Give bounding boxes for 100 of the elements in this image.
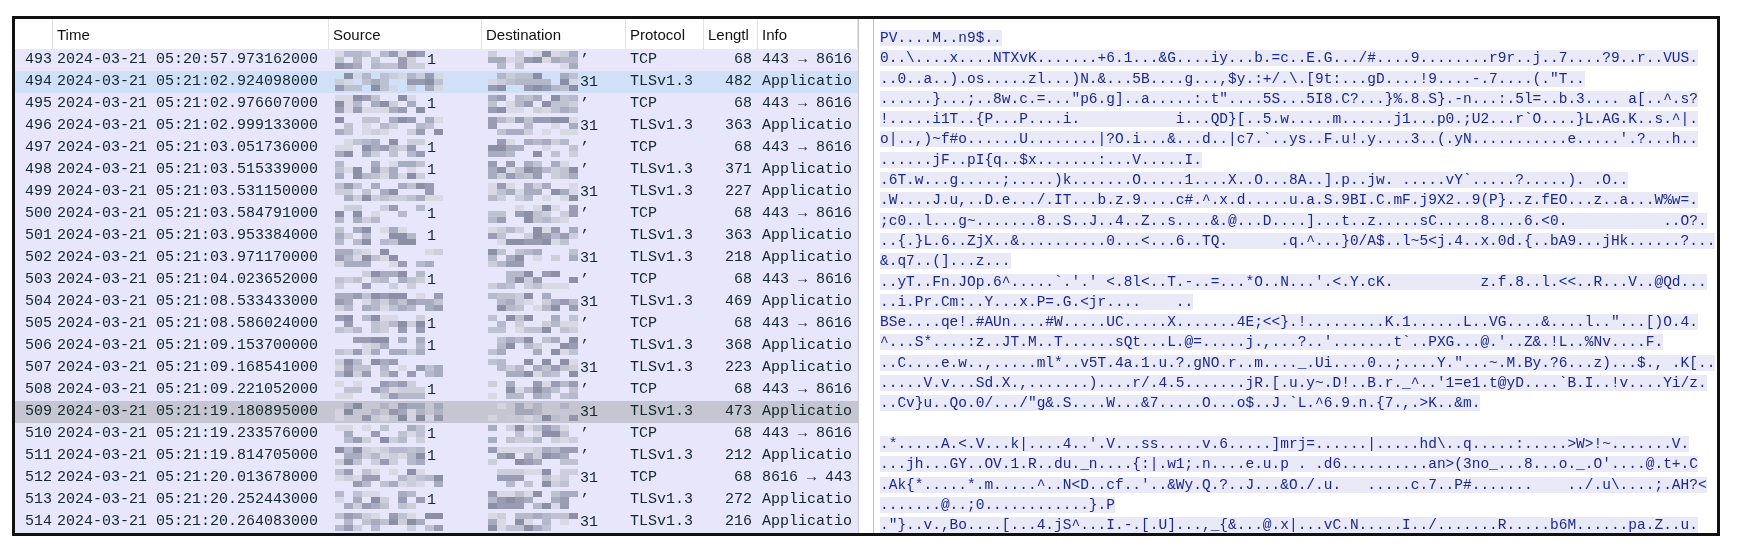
packet-number: 499 <box>24 182 53 202</box>
info-cell-text: Applicatio <box>761 358 853 378</box>
length-cell-text: 68 <box>733 314 753 334</box>
destination-cell: ’ <box>580 381 589 399</box>
destination-cell: ’ <box>580 51 589 69</box>
destination-cell: 31 <box>580 117 598 135</box>
length-cell-text: 218 <box>724 248 753 268</box>
protocol-cell-text: TLSv1.3 <box>629 72 694 92</box>
protocol-cell-text: TLSv1.3 <box>629 446 694 466</box>
info-cell-text: 443 → 8616 <box>761 50 853 70</box>
source-cell: 1 <box>427 161 436 179</box>
time-cell-text: 2024-03-21 05:21:03.515339000 <box>56 160 320 180</box>
destination-cell: 31 <box>580 403 598 421</box>
destination-cell: 31 <box>580 513 598 531</box>
packet-number: 512 <box>24 468 53 488</box>
source-cell: 1 <box>427 205 436 223</box>
info-cell-text: 443 → 8616 <box>761 314 853 334</box>
time-cell-text: 2024-03-21 05:21:19.180895000 <box>56 402 320 422</box>
info-cell-text: Applicatio <box>761 160 853 180</box>
info-cell-text: Applicatio <box>761 226 853 246</box>
length-cell-text: 223 <box>724 358 753 378</box>
protocol-cell-text: TLSv1.3 <box>629 490 694 510</box>
time-cell-text: 2024-03-21 05:21:09.168541000 <box>56 358 320 378</box>
source-cell: 1 <box>427 491 436 509</box>
destination-cell: ’ <box>580 271 589 289</box>
length-cell-text: 68 <box>733 424 753 444</box>
protocol-cell-text: TCP <box>629 270 658 290</box>
info-cell-text: 443 → 8616 <box>761 138 853 158</box>
protocol-cell-text: TCP <box>629 314 658 334</box>
length-cell-text: 371 <box>724 160 753 180</box>
protocol-cell-text: TCP <box>629 138 658 158</box>
time-cell-text: 2024-03-21 05:21:02.924098000 <box>56 72 320 92</box>
length-cell-text: 363 <box>724 116 753 136</box>
length-cell-text: 68 <box>733 138 753 158</box>
source-cell: 1 <box>427 95 436 113</box>
packet-number: 507 <box>24 358 53 378</box>
destination-cell: ’ <box>580 337 589 355</box>
source-cell: 1 <box>427 337 436 355</box>
packet-row[interactable]: 509 2024-03-21 05:21:19.180895000 31 TLSv1.3 473 Applicatio <box>15 401 858 423</box>
packet-number: 508 <box>24 380 53 400</box>
packet-number: 505 <box>24 314 53 334</box>
packet-number: 511 <box>24 446 53 466</box>
protocol-cell-text: TLSv1.3 <box>629 248 694 268</box>
protocol-cell-text: TLSv1.3 <box>629 292 694 312</box>
length-cell-text: 68 <box>733 204 753 224</box>
time-cell-text: 2024-03-21 05:21:09.221052000 <box>56 380 320 400</box>
time-cell-text: 2024-03-21 05:21:09.153700000 <box>56 336 320 356</box>
time-cell-text: 2024-03-21 05:21:03.531150000 <box>56 182 320 202</box>
time-cell-text: 2024-03-21 05:21:20.013678000 <box>56 468 320 488</box>
time-cell-text: 2024-03-21 05:21:08.586024000 <box>56 314 320 334</box>
protocol-cell-text: TCP <box>629 424 658 444</box>
time-cell-text: 2024-03-21 05:21:08.533433000 <box>56 292 320 312</box>
time-cell-text: 2024-03-21 05:21:03.971170000 <box>56 248 320 268</box>
time-cell-text: 2024-03-21 05:21:03.953384000 <box>56 226 320 246</box>
length-cell-text: 216 <box>724 512 753 532</box>
source-cell: 1 <box>427 425 436 443</box>
packet-row[interactable]: 494 2024-03-21 05:21:02.924098000 31 TLSv1.3 482 Applicatio <box>15 71 858 93</box>
time-cell-text: 2024-03-21 05:21:20.264083000 <box>56 512 320 532</box>
info-cell-text: Applicatio <box>761 512 853 532</box>
packet-number: 510 <box>24 424 53 444</box>
packet-number: 494 <box>24 72 53 92</box>
source-cell: 1 <box>427 447 436 465</box>
source-cell: 1 <box>427 51 436 69</box>
info-cell-text: Applicatio <box>761 402 853 422</box>
protocol-cell-text: TCP <box>629 204 658 224</box>
protocol-cell-text: TCP <box>629 468 658 488</box>
info-cell-text: 443 → 8616 <box>761 204 853 224</box>
time-cell-text: 2024-03-21 05:21:20.252443000 <box>56 490 320 510</box>
packet-number: 501 <box>24 226 53 246</box>
info-cell-text: Applicatio <box>761 490 853 510</box>
protocol-cell-text: TLSv1.3 <box>629 160 694 180</box>
destination-cell: ’ <box>580 491 589 509</box>
info-cell-text: Applicatio <box>761 116 853 136</box>
destination-cell: 31 <box>580 469 598 487</box>
packet-number: 504 <box>24 292 53 312</box>
protocol-cell-text: TLSv1.3 <box>629 336 694 356</box>
time-cell-text: 2024-03-21 05:21:02.976607000 <box>56 94 320 114</box>
protocol-cell-text: TLSv1.3 <box>629 402 694 422</box>
packet-number: 509 <box>24 402 53 422</box>
length-cell-text: 469 <box>724 292 753 312</box>
info-cell-text: Applicatio <box>761 336 853 356</box>
destination-cell: 31 <box>580 359 598 377</box>
length-cell-text: 227 <box>724 182 753 202</box>
length-cell-text: 368 <box>724 336 753 356</box>
info-cell-text: 8616 → 443 <box>761 468 853 488</box>
destination-cell: ’ <box>580 95 589 113</box>
length-cell-text: 272 <box>724 490 753 510</box>
source-cell: 1 <box>427 271 436 289</box>
packet-number: 514 <box>24 512 53 532</box>
source-cell: 1 <box>427 315 436 333</box>
packet-number: 503 <box>24 270 53 290</box>
info-cell-text: 443 → 8616 <box>761 380 853 400</box>
length-cell-text: 68 <box>733 380 753 400</box>
time-cell-text: 2024-03-21 05:21:04.023652000 <box>56 270 320 290</box>
info-cell-text: Applicatio <box>761 292 853 312</box>
info-cell-text: 443 → 8616 <box>761 424 853 444</box>
length-cell-text: 212 <box>724 446 753 466</box>
protocol-cell-text: TLSv1.3 <box>629 226 694 246</box>
destination-cell: ’ <box>580 161 589 179</box>
length-cell-text: 482 <box>724 72 753 92</box>
